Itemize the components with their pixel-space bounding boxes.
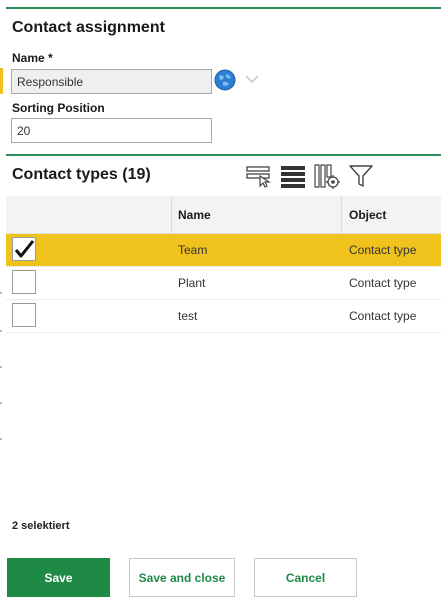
- row-checkbox[interactable]: [12, 270, 36, 294]
- contact-types-table: Name Object Team Contact type Plant Cont…: [6, 196, 441, 333]
- top-divider: [6, 7, 441, 9]
- edge-tick: [0, 366, 2, 368]
- list-lines-icon[interactable]: [280, 163, 306, 189]
- contact-types-title: Contact types (19): [12, 166, 151, 183]
- form-title: Contact assignment: [12, 19, 165, 36]
- edge-tick: [0, 292, 2, 294]
- table-row[interactable]: test Contact type: [6, 300, 441, 333]
- required-accent-bar: [0, 68, 3, 94]
- chevron-down-icon[interactable]: [244, 72, 260, 86]
- name-field[interactable]: [11, 69, 212, 94]
- table-header: Name Object: [6, 196, 441, 234]
- column-header-select: [6, 196, 171, 233]
- edge-tick: [0, 438, 2, 440]
- table-row[interactable]: Team Contact type: [6, 234, 441, 267]
- column-header-name[interactable]: Name: [178, 196, 211, 233]
- filter-row-icon[interactable]: [246, 163, 272, 189]
- edge-tick: [0, 330, 2, 332]
- row-name: Plant: [178, 276, 206, 290]
- sorting-position-label: Sorting Position: [12, 101, 105, 115]
- edge-tick: [0, 402, 2, 404]
- name-label: Name *: [12, 51, 53, 65]
- row-name: Team: [178, 243, 208, 257]
- save-and-close-button[interactable]: Save and close: [129, 558, 235, 597]
- save-button[interactable]: Save: [7, 558, 110, 597]
- selection-count: 2 selektiert: [12, 520, 70, 532]
- section-divider: [6, 154, 441, 156]
- sorting-position-field[interactable]: [11, 118, 212, 143]
- column-header-object[interactable]: Object: [349, 196, 386, 233]
- funnel-icon[interactable]: [348, 163, 374, 189]
- row-object: Contact type: [349, 276, 417, 290]
- column-settings-icon[interactable]: [314, 163, 340, 189]
- row-checkbox[interactable]: [12, 237, 36, 261]
- checkmark-icon: [14, 240, 35, 258]
- row-object: Contact type: [349, 309, 417, 323]
- column-divider: [341, 196, 342, 233]
- table-row[interactable]: Plant Contact type: [6, 267, 441, 300]
- cancel-button[interactable]: Cancel: [254, 558, 357, 597]
- row-object: Contact type: [349, 243, 417, 257]
- row-checkbox[interactable]: [12, 303, 36, 327]
- column-divider: [171, 196, 172, 233]
- row-name: test: [178, 309, 198, 323]
- globe-icon[interactable]: [214, 69, 236, 91]
